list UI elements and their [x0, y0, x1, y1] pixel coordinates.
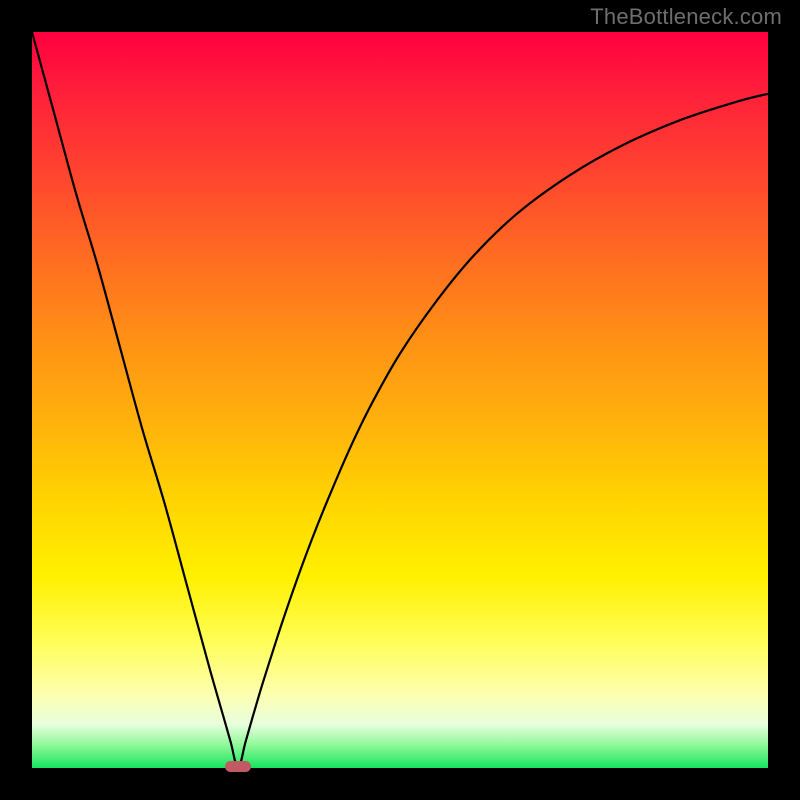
- minimum-marker: [225, 761, 251, 772]
- curve-svg: [32, 32, 768, 768]
- plot-area: [32, 32, 768, 768]
- bottleneck-curve: [32, 32, 768, 768]
- watermark-text: TheBottleneck.com: [590, 4, 782, 30]
- chart-frame: TheBottleneck.com: [0, 0, 800, 800]
